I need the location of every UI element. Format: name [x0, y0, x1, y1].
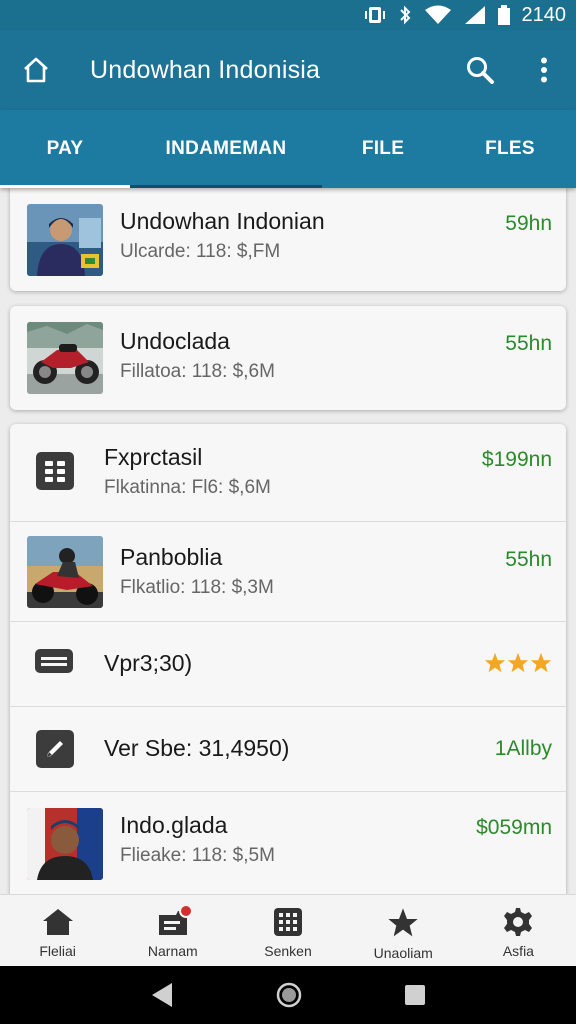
item-title: Fxprctasil — [104, 444, 203, 470]
item-text: Vpr3;30) — [104, 650, 192, 677]
home-icon — [42, 909, 73, 935]
person-photo — [27, 204, 103, 276]
nav-item-favorites[interactable]: Unaoliam — [346, 895, 461, 966]
tab-label: FLES — [485, 138, 535, 159]
portrait-photo — [27, 808, 103, 880]
item-title: Ver Sbe: 31,4950) — [104, 735, 290, 761]
list-item[interactable]: Fxprctasil Flkatinna: Fl6: $,6M $199nn — [10, 424, 566, 522]
tab-pay[interactable]: PAY — [0, 110, 130, 188]
item-subtitle: Flieake: 118: $,5M — [120, 845, 275, 866]
nav-item-apps[interactable]: Senken — [230, 895, 345, 966]
tab-indicator — [0, 185, 130, 188]
apps-icon — [274, 908, 302, 936]
tab-fles[interactable]: FLES — [444, 110, 576, 188]
nav-item-wallet[interactable]: Narnam — [115, 895, 230, 966]
item-title: Indo.glada — [120, 812, 228, 838]
item-value: 59hn — [505, 212, 552, 235]
star-icon — [530, 652, 552, 673]
item-title: Undoclada — [120, 328, 230, 354]
tab-label: PAY — [46, 138, 84, 159]
recents-icon[interactable] — [404, 984, 426, 1006]
grid-icon — [36, 452, 74, 490]
nav-label: Unaoliam — [373, 945, 433, 961]
item-title: Panboblia — [120, 544, 223, 570]
wifi-icon — [424, 5, 451, 24]
edit-icon — [36, 730, 74, 768]
item-value: 55hn — [505, 548, 552, 571]
battery-icon — [497, 5, 510, 25]
home-button[interactable] — [0, 30, 72, 110]
item-text: Indo.glada Flieake: 118: $,5M — [120, 812, 275, 867]
item-value: 1Allby — [494, 737, 552, 760]
nav-item-settings[interactable]: Asfia — [461, 895, 576, 966]
system-navigation-bar — [0, 966, 576, 1024]
back-icon[interactable] — [150, 982, 174, 1008]
nav-label: Narnam — [147, 943, 198, 959]
bottom-navigation: Fleliai Narnam Senken Unaoliam Asfia — [0, 894, 576, 966]
search-icon — [467, 57, 494, 84]
app-title: Undowhan Indonisia — [90, 55, 321, 84]
item-value: $199nn — [481, 448, 552, 471]
list-item[interactable]: Undoclada Fillatoa: 118: $,6M 55hn — [10, 306, 566, 410]
more-vert-icon — [541, 57, 547, 83]
settings-icon — [504, 908, 533, 936]
tab-bar: PAY INDAMEMAN FILE FLES — [0, 110, 576, 188]
content-list[interactable]: Undowhan Indonian Ulcarde: 118: $,FM 59h… — [0, 188, 576, 894]
tab-indameman[interactable]: INDAMEMAN — [130, 110, 322, 188]
list-item[interactable]: Panboblia Flkatlio: 118: $,3M 55hn — [10, 522, 566, 622]
list-card[interactable]: Fxprctasil Flkatinna: Fl6: $,6M $199nn P… — [10, 424, 566, 894]
status-bar: 2140 — [0, 0, 576, 30]
app-bar: Undowhan Indonisia — [0, 30, 576, 110]
star-icon — [388, 908, 418, 937]
nav-item-home[interactable]: Fleliai — [0, 895, 115, 966]
list-item[interactable]: Indo.glada Flieake: 118: $,5M $059mn — [10, 792, 566, 894]
list-card[interactable]: Undowhan Indonian Ulcarde: 118: $,FM 59h… — [10, 188, 566, 291]
tab-label: FILE — [361, 138, 405, 159]
item-text: Undowhan Indonian Ulcarde: 118: $,FM — [120, 208, 325, 263]
overflow-menu-button[interactable] — [512, 30, 576, 110]
star-icon — [507, 652, 529, 673]
item-title: Vpr3;30) — [104, 650, 193, 676]
item-title: Undowhan Indonian — [120, 208, 325, 234]
item-subtitle: Flkatinna: Fl6: $,6M — [104, 477, 271, 498]
item-text: Fxprctasil Flkatinna: Fl6: $,6M — [104, 444, 271, 499]
item-text: Undoclada Fillatoa: 118: $,6M — [120, 328, 275, 383]
bluetooth-icon — [399, 5, 410, 25]
item-subtitle: Ulcarde: 118: $,FM — [120, 241, 281, 262]
item-subtitle: Fillatoa: 118: $,6M — [120, 361, 275, 382]
item-text: Ver Sbe: 31,4950) — [104, 735, 289, 762]
nav-label: Senken — [264, 943, 312, 959]
item-value: 55hn — [505, 332, 552, 355]
list-item[interactable]: Undowhan Indonian Ulcarde: 118: $,FM 59h… — [10, 188, 566, 291]
home-circle-icon[interactable] — [275, 981, 303, 1009]
item-value: $059mn — [476, 816, 552, 839]
vibrate-icon — [364, 7, 385, 23]
rating-stars — [484, 652, 552, 674]
message-icon — [34, 646, 74, 678]
motorcycle-photo — [27, 322, 103, 394]
list-item[interactable]: Ver Sbe: 31,4950) 1Allby — [10, 707, 566, 792]
status-time: 2140 — [521, 3, 567, 26]
item-subtitle: Flkatlio: 118: $,3M — [120, 577, 274, 598]
tab-label: INDAMEMAN — [165, 138, 287, 159]
rider-photo — [27, 536, 103, 608]
tab-indicator — [130, 185, 322, 188]
tab-file[interactable]: FILE — [322, 110, 444, 188]
notification-badge — [179, 904, 194, 918]
nav-label: Asfia — [502, 943, 534, 959]
list-item[interactable]: Vpr3;30) — [10, 622, 566, 707]
list-card[interactable]: Undoclada Fillatoa: 118: $,6M 55hn — [10, 306, 566, 410]
item-text: Panboblia Flkatlio: 118: $,3M — [120, 544, 274, 599]
star-icon — [484, 652, 506, 673]
search-button[interactable] — [448, 30, 512, 110]
nav-label: Fleliai — [39, 943, 76, 959]
signal-icon — [464, 6, 485, 24]
home-icon — [24, 57, 48, 83]
